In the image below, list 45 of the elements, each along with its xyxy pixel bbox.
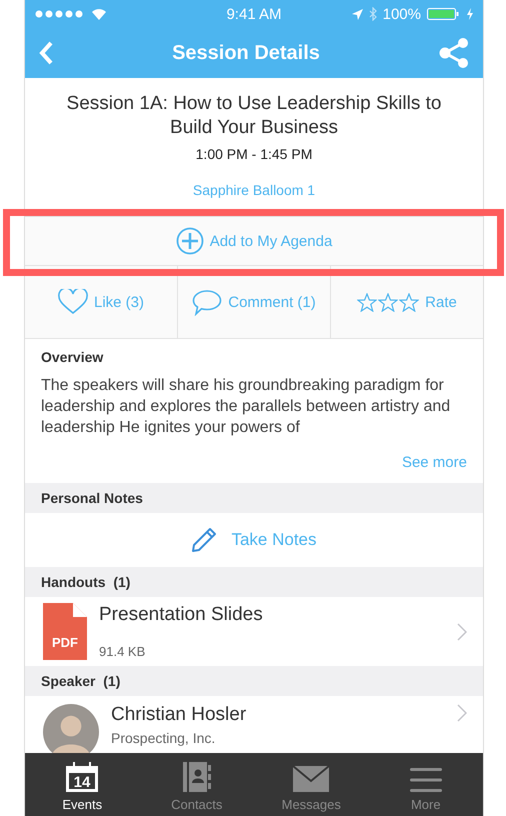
section-heading: Handouts (1) — [25, 567, 483, 597]
overview-text: The speakers will share his groundbreaking paradigm for leadership and explores the parallels between artistry and leadership He ignites your powers of — [41, 376, 452, 438]
address-book-icon — [180, 761, 213, 793]
session-time: 1:00 PM - 1:45 PM — [196, 146, 312, 162]
session-location-link[interactable]: Sapphire Balloom 1 — [192, 182, 316, 198]
charging-icon — [466, 8, 473, 20]
star-icon — [357, 292, 378, 312]
like-button[interactable]: Like (3) — [25, 266, 178, 338]
bluetooth-icon — [368, 7, 377, 21]
pdf-file-icon: PDF — [43, 603, 87, 660]
share-icon[interactable] — [439, 37, 469, 69]
section-heading: Personal Notes — [25, 483, 483, 513]
add-to-agenda-button[interactable]: Add to My Agenda — [25, 216, 483, 266]
session-title: Session 1A: How to Use Leadership Skills to Build Your Business — [66, 92, 442, 140]
envelope-icon — [292, 765, 330, 793]
screen-title: Session Details — [172, 42, 320, 64]
chevron-right-icon[interactable] — [457, 622, 467, 640]
plus-circle-icon — [176, 227, 204, 255]
pencil-icon — [191, 527, 218, 553]
tab[interactable]: Messages — [254, 753, 368, 816]
heart-icon — [58, 289, 88, 315]
tab[interactable]: Contacts — [140, 753, 254, 816]
battery-percent: 100% — [382, 6, 421, 22]
battery-icon — [426, 8, 461, 20]
menu-icon — [410, 767, 442, 793]
rate-button[interactable]: Rate — [331, 266, 483, 338]
comment-button[interactable]: Comment (1) — [178, 266, 331, 338]
section-heading: Speaker (1) — [25, 666, 483, 696]
wifi-icon — [91, 8, 107, 20]
see-more-link[interactable]: See more — [402, 454, 467, 471]
file-size: 91.4 KB — [99, 644, 146, 659]
back-icon[interactable] — [39, 41, 53, 65]
star-icon — [378, 292, 398, 312]
star-icon — [399, 292, 420, 312]
section-heading: Overview — [41, 349, 104, 365]
signal-icon — [35, 10, 85, 18]
speaker-company: Prospecting, Inc. — [111, 730, 216, 746]
location-arrow-icon — [352, 8, 363, 20]
chevron-right-icon[interactable] — [457, 704, 467, 722]
speaker-name[interactable]: Christian Hosler — [111, 704, 445, 726]
tab[interactable]: 14 Events — [25, 753, 140, 816]
tab[interactable]: More — [368, 753, 483, 816]
status-time: 9:41 AM — [226, 6, 282, 22]
speech-bubble-icon — [192, 288, 222, 316]
handout-title[interactable]: Presentation Slides — [99, 604, 445, 626]
